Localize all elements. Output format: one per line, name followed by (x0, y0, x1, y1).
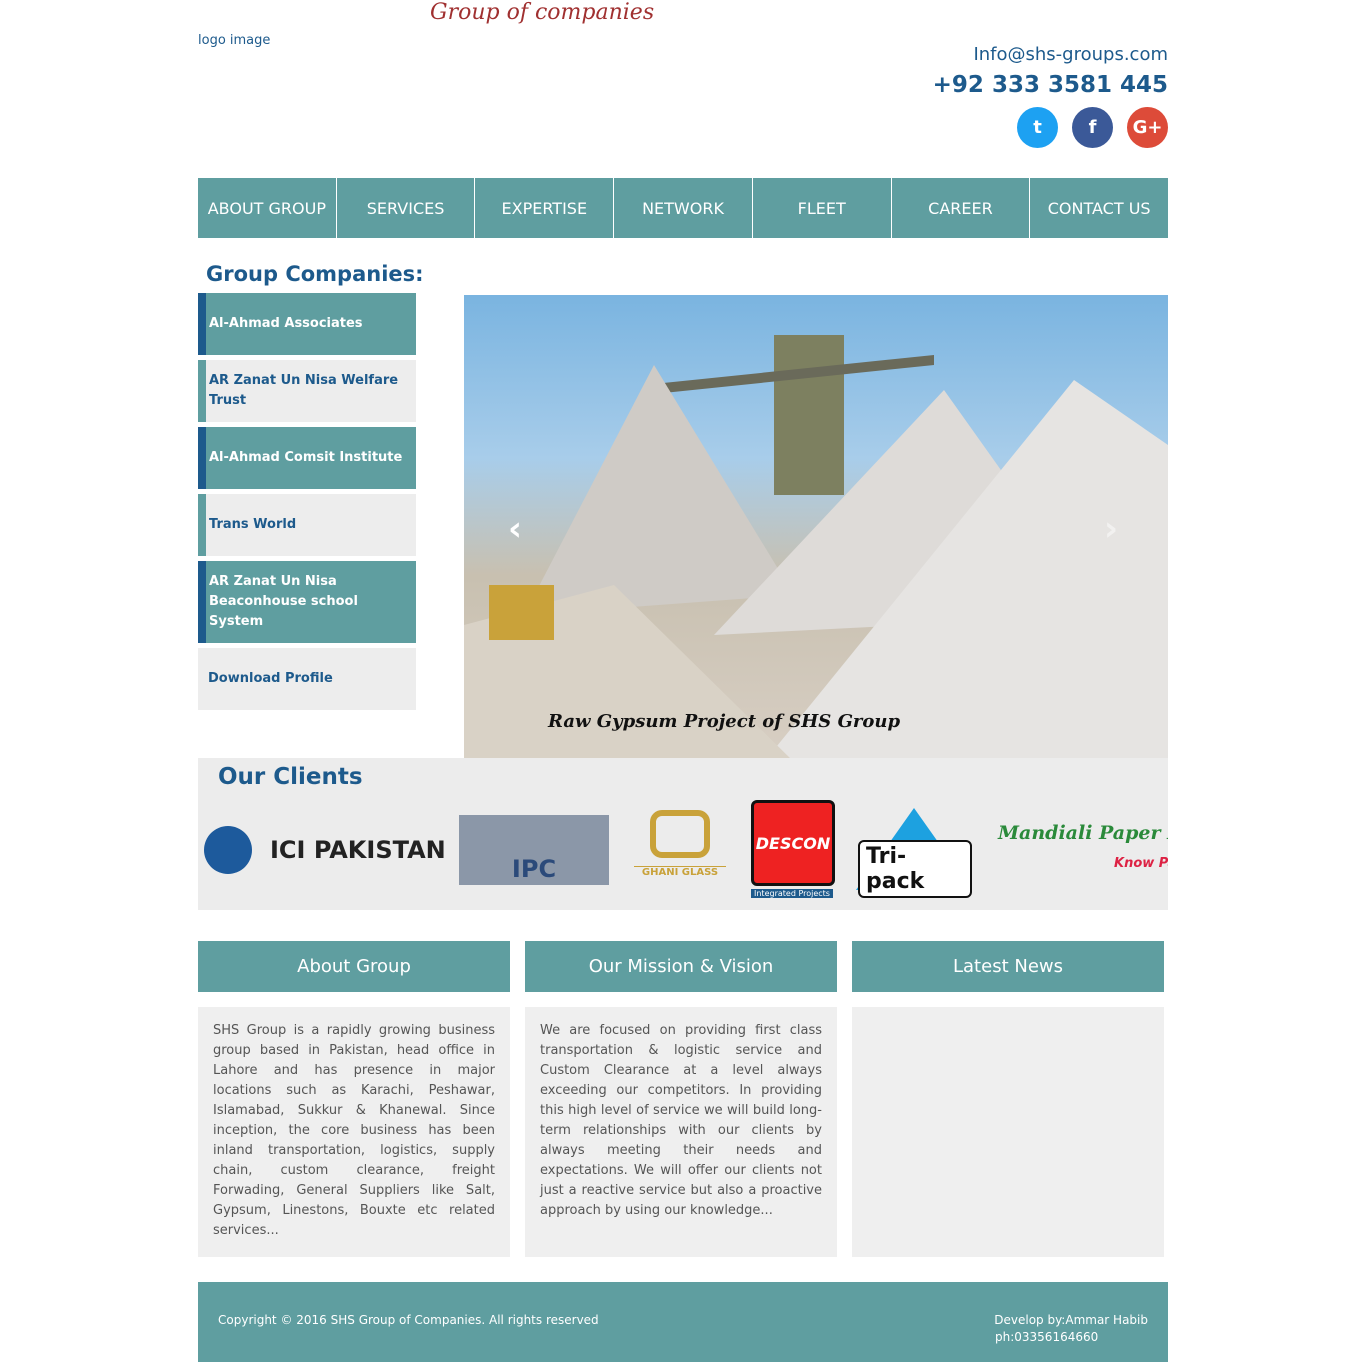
nav-services[interactable]: SERVICES (337, 178, 476, 238)
nav-about-group[interactable]: ABOUT GROUP (198, 178, 337, 238)
facebook-icon[interactable]: f (1072, 107, 1113, 148)
clients-title: Our Clients (218, 764, 363, 790)
ghani-glass-label: GHANI GLASS (634, 866, 726, 878)
descon-sub-label: Integrated Projects (751, 889, 833, 898)
contact-email[interactable]: Info@shs-groups.com (973, 44, 1168, 65)
latest-news-panel (852, 1007, 1164, 1257)
clients-section: Our Clients ICI PAKISTAN IPC GHANI GLASS… (198, 758, 1168, 910)
google-plus-icon[interactable]: G+ (1127, 107, 1168, 148)
gypsum-piles-image (464, 335, 1168, 762)
client-tri-pack: Tri-pack (856, 808, 972, 898)
sidebar-item-comsit-institute[interactable]: Al-Ahmad Comsit Institute (198, 427, 416, 489)
footer-developer: Develop by:Ammar Habib (994, 1313, 1148, 1327)
footer-developer-phone: ph:03356164660 (995, 1330, 1099, 1344)
mission-vision-text: We are focused on providing first class … (525, 1007, 837, 1257)
main-nav: ABOUT GROUP SERVICES EXPERTISE NETWORK F… (198, 178, 1168, 238)
slider-prev-arrow[interactable]: ‹ (508, 509, 522, 549)
ici-logo-icon (204, 826, 252, 874)
footer: Copyright © 2016 SHS Group of Companies.… (198, 1282, 1168, 1362)
about-group-text: SHS Group is a rapidly growing business … (198, 1007, 510, 1257)
nav-network[interactable]: NETWORK (614, 178, 753, 238)
nav-expertise[interactable]: EXPERTISE (475, 178, 615, 238)
client-ghani-glass: GHANI GLASS (634, 810, 726, 890)
ghani-glass-icon (650, 810, 710, 858)
nav-fleet[interactable]: FLEET (753, 178, 892, 238)
client-ipc: IPC (459, 815, 609, 885)
download-profile-link[interactable]: Download Profile (198, 648, 416, 710)
latest-news-heading[interactable]: Latest News (852, 941, 1164, 992)
client-ici-pakistan: ICI PAKISTAN (270, 836, 446, 864)
mission-vision-heading[interactable]: Our Mission & Vision (525, 941, 837, 992)
descon-label: DESCON (751, 800, 835, 886)
client-mandiali-paper: Mandiali Paper Mil (998, 822, 1168, 844)
sidebar-item-beaconhouse[interactable]: AR Zanat Un Nisa Beaconhouse school Syst… (198, 561, 416, 643)
twitter-icon[interactable]: t (1017, 107, 1058, 148)
nav-contact-us[interactable]: CONTACT US (1030, 178, 1168, 238)
about-group-heading[interactable]: About Group (198, 941, 510, 992)
nav-career[interactable]: CAREER (892, 178, 1031, 238)
footer-copyright: Copyright © 2016 SHS Group of Companies.… (218, 1313, 599, 1327)
client-mandiali-tagline: Know Pape (1114, 856, 1168, 871)
sidebar-item-trans-world[interactable]: Trans World (198, 494, 416, 556)
sidebar-item-welfare-trust[interactable]: AR Zanat Un Nisa Welfare Trust (198, 360, 416, 422)
sidebar-item-al-ahmad-associates[interactable]: Al-Ahmad Associates (198, 293, 416, 355)
slider-caption: Raw Gypsum Project of SHS Group (548, 711, 901, 732)
group-companies-title: Group Companies: (206, 262, 424, 286)
slider-next-arrow[interactable]: › (1104, 509, 1118, 549)
contact-phone: +92 333 3581 445 (932, 72, 1168, 98)
image-slider[interactable]: ‹ › Raw Gypsum Project of SHS Group (464, 295, 1168, 762)
client-descon: DESCON Integrated Projects (751, 800, 835, 900)
tagline: Group of companies (430, 0, 655, 25)
tri-pack-label: Tri-pack (858, 840, 972, 898)
logo-image[interactable]: logo image (198, 33, 270, 48)
